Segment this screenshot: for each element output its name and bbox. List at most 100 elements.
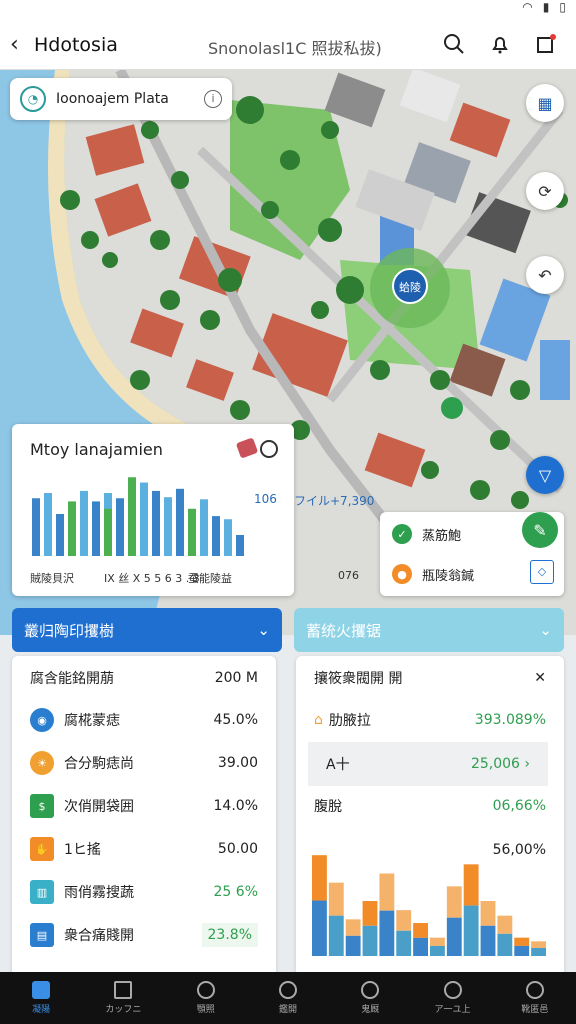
legend-item[interactable]: ● 瓶陵翁鍼 xyxy=(392,564,474,584)
list-item[interactable]: ✋ 1ヒ搖 50.00 xyxy=(12,827,276,871)
chart-bar xyxy=(56,514,64,556)
mini-bar-bottom xyxy=(497,933,513,956)
undo-button[interactable]: ↶ xyxy=(526,256,564,294)
panel-header-row: 腐含能銘開萠 200 M xyxy=(12,656,276,700)
nav-item-search[interactable]: ア一ユ上 xyxy=(411,972,493,1024)
shield-icon[interactable]: ◇ xyxy=(530,560,554,584)
nav-item-profile[interactable]: 靴匿邑 xyxy=(494,972,576,1024)
list-item[interactable]: A十 25,006 › xyxy=(308,742,548,786)
chart-bar xyxy=(44,493,52,556)
chart-bar-highlight xyxy=(128,477,136,556)
nav-label: 鑑開 xyxy=(278,1005,297,1015)
mini-bar-bottom xyxy=(362,925,378,956)
mini-bar-top xyxy=(514,937,530,946)
check-icon: ✓ xyxy=(392,524,412,544)
mini-bar-top xyxy=(497,915,513,934)
grid-icon: ▥ xyxy=(30,880,54,904)
circle-icon xyxy=(196,981,215,999)
bar-chart xyxy=(32,477,244,556)
app-title: Hdotosia xyxy=(34,34,118,56)
back-icon[interactable]: ‹ xyxy=(10,32,19,57)
refresh-icon: ⟳ xyxy=(538,181,552,201)
bookmark-icon[interactable] xyxy=(235,437,259,459)
list-item[interactable]: ◉ 腐椛蒙痣 45.0% xyxy=(12,698,276,742)
row-label: 合分駒痣尚 xyxy=(64,756,134,772)
mini-bar-bottom xyxy=(413,937,428,956)
right-panel-title: 蓄统火攫锯 xyxy=(306,621,382,640)
list-item[interactable]: $ 次俏開袋囲 14.0% xyxy=(12,784,276,828)
mini-bar-top xyxy=(345,919,361,936)
layers-button[interactable]: ▦ xyxy=(526,84,564,122)
refresh-button[interactable]: ⟳ xyxy=(526,172,564,210)
nav-item-mail[interactable]: カッフニ xyxy=(82,972,164,1024)
mini-bar-bottom xyxy=(328,915,344,956)
mini-bar-top xyxy=(413,923,428,938)
info-icon[interactable]: i xyxy=(204,90,222,108)
mini-bar-bottom xyxy=(531,947,546,956)
mail-icon xyxy=(114,981,133,999)
mini-bar-top xyxy=(396,910,412,931)
row-label: 衆合痛賤開 xyxy=(64,928,134,944)
nav-label: 凝陽 xyxy=(32,1005,51,1015)
chart-bar xyxy=(152,490,160,556)
top-bar: ‹ Hdotosia Snonolasl1C 照拔私拔) xyxy=(0,22,576,70)
nav-item-ring[interactable]: 鑑開 xyxy=(247,972,329,1024)
mini-bar-bottom xyxy=(446,917,462,956)
bell-icon[interactable] xyxy=(488,32,512,56)
chart-bar xyxy=(32,498,40,556)
mini-bar-top xyxy=(362,901,378,926)
row-value: 14.0% xyxy=(213,798,258,814)
list-item[interactable]: ▤ 衆合痛賤開 23.8% xyxy=(12,913,276,957)
sun-icon: ☀ xyxy=(30,751,54,775)
legend-item[interactable]: ✓ 蒸筋鮑 xyxy=(392,524,461,544)
nav-label: カッフニ xyxy=(105,1005,142,1015)
search-icon[interactable] xyxy=(442,32,466,56)
navigate-button[interactable]: ▽ xyxy=(526,456,564,494)
map-pin-label: 蛤陵 xyxy=(399,281,421,294)
chevron-down-icon[interactable]: ⌄ xyxy=(257,621,270,639)
nav-label: ア一ユ上 xyxy=(434,1005,471,1015)
navigate-icon: ▽ xyxy=(538,465,552,485)
mini-bar-top xyxy=(379,873,395,911)
mini-bar-top xyxy=(463,864,479,906)
left-panel-header[interactable]: 叢归陶印攫樹 ⌄ xyxy=(12,608,282,652)
list-item[interactable]: ☀ 合分駒痣尚 39.00 xyxy=(12,741,276,785)
mini-bar-bottom xyxy=(480,925,496,956)
chevron-down-icon[interactable]: ⌄ xyxy=(539,621,552,639)
chart-bar xyxy=(68,501,76,556)
close-icon[interactable]: ✕ xyxy=(534,670,546,686)
row-value: 45.0% xyxy=(213,712,258,728)
nav-item-home[interactable]: 凝陽 xyxy=(0,972,82,1024)
list-item[interactable]: ▥ 雨俏霧搜蔬 25 6% xyxy=(12,870,276,914)
list-item[interactable]: ⌂ 肋腋拉 393.089% xyxy=(296,698,564,742)
chart-bar xyxy=(92,501,100,556)
drop-icon: ◉ xyxy=(30,708,54,732)
location-card[interactable]: ◔ Ioonoajem Plata i xyxy=(10,78,232,120)
nav-item-circle[interactable]: 顎照 xyxy=(165,972,247,1024)
mini-bar-top xyxy=(430,937,445,946)
table-icon: ▤ xyxy=(30,923,54,947)
mini-bar-bottom xyxy=(379,910,395,956)
notification-icon[interactable] xyxy=(534,32,558,56)
row-value: 06,66% xyxy=(492,798,546,814)
location-marker-icon[interactable] xyxy=(441,397,463,419)
row-label: 腐椛蒙痣 xyxy=(64,713,120,729)
list-item[interactable]: 腹脫 06,66% xyxy=(296,784,564,828)
right-panel: 攘筱衆閥開 開 ✕ ⌂ 肋腋拉 393.089% A十 25,006 › 腹脫 … xyxy=(296,656,564,976)
location-label: Ioonoajem Plata xyxy=(56,91,169,107)
row-value: 25 6% xyxy=(213,884,258,900)
ring-icon xyxy=(278,981,297,999)
orange-dot-icon: ● xyxy=(392,564,412,584)
edit-button[interactable]: ✎ xyxy=(522,512,558,548)
right-panel-header[interactable]: 蓄统火攫锯 ⌄ xyxy=(294,608,564,652)
chart-bar xyxy=(116,498,124,556)
person-icon xyxy=(525,981,544,999)
mini-bar-top xyxy=(328,882,344,916)
target-icon[interactable] xyxy=(260,440,278,458)
mini-bar-top xyxy=(446,886,462,918)
location-logo-icon: ◔ xyxy=(20,86,46,112)
search-icon xyxy=(443,981,462,999)
undo-icon: ↶ xyxy=(538,265,552,285)
row-label: 攘筱衆閥開 開 xyxy=(314,671,403,687)
nav-item-chat[interactable]: 鬼厩 xyxy=(329,972,411,1024)
